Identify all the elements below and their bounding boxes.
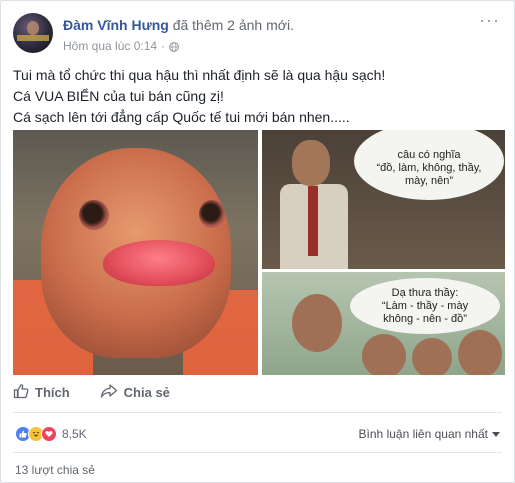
photo-students[interactable]: Dạ thưa thầy: “Làm - thầy - mày không - … [262, 272, 505, 375]
post-text-line: Cá sạch lên tới đẳng cấp Quốc tế tui mới… [13, 109, 350, 125]
post-meta: Hôm qua lúc 0:14 · [63, 39, 179, 53]
comment-sort-dropdown[interactable]: Bình luận liên quan nhất [359, 427, 500, 441]
bubble-line: không - nên - đồ” [383, 312, 467, 325]
share-arrow-icon [100, 383, 118, 402]
share-button[interactable]: Chia sẻ [100, 383, 170, 402]
author-name[interactable]: Đàm Vĩnh Hưng [63, 17, 169, 33]
photo-teacher[interactable]: câu có nghĩa “đồ, làm, không, thầy, mày,… [262, 130, 505, 269]
divider [13, 452, 502, 453]
share-count[interactable]: 13 lượt chia sẻ [15, 463, 95, 477]
reactions-summary[interactable]: 8,5K [15, 426, 87, 442]
more-options-button[interactable]: ··· [479, 11, 500, 29]
fish-eye [199, 200, 225, 228]
bubble-line: “Làm - thầy - mày [381, 299, 469, 312]
fish-eye [79, 200, 109, 230]
post-text-line: Cá VUA BIỂN của tui bán cũng zị! [13, 88, 224, 104]
student-head [458, 330, 502, 375]
teacher-head [292, 140, 330, 186]
post-timestamp[interactable]: Hôm qua lúc 0:14 [63, 39, 157, 53]
student-head [292, 294, 342, 352]
speech-bubble-students: Dạ thưa thầy: “Làm - thầy - mày không - … [350, 278, 500, 334]
avatar-band [17, 35, 49, 41]
author-avatar[interactable] [13, 13, 53, 53]
share-label: Chia sẻ [123, 385, 170, 400]
bubble-line: “đồ, làm, không, thầy, [376, 161, 482, 174]
bubble-line: câu có nghĩa [397, 148, 461, 161]
student-head [362, 334, 406, 375]
student-head [412, 338, 452, 375]
meta-separator: · [161, 39, 166, 53]
post-header: Đàm Vĩnh Hưng đã thêm 2 ảnh mới. [63, 17, 294, 33]
post-action-text: đã thêm 2 ảnh mới. [172, 17, 294, 33]
photo-fish[interactable] [13, 130, 258, 375]
avatar-face [27, 21, 39, 35]
bubble-line: mày, nên” [404, 174, 454, 187]
like-button[interactable]: Thích [13, 383, 70, 402]
fish-lips [103, 240, 215, 286]
teacher-tie [308, 186, 318, 256]
divider [13, 412, 502, 413]
thumbs-up-icon [13, 383, 29, 402]
caret-down-icon [492, 427, 500, 441]
post-actions: Thích Chia sẻ [13, 383, 170, 402]
comment-sort-label: Bình luận liên quan nhất [358, 427, 488, 441]
post-text-line: Tui mà tổ chức thi qua hậu thì nhất định… [13, 67, 386, 83]
love-icon [41, 426, 57, 442]
bubble-line: Dạ thưa thầy: [391, 286, 459, 299]
like-label: Thích [35, 385, 70, 400]
post-card: Đàm Vĩnh Hưng đã thêm 2 ảnh mới. Hôm qua… [0, 0, 515, 483]
speech-bubble-teacher: câu có nghĩa “đồ, làm, không, thầy, mày,… [354, 130, 504, 200]
post-text: Tui mà tổ chức thi qua hậu thì nhất định… [13, 65, 503, 128]
reaction-count: 8,5K [62, 427, 87, 441]
teacher-figure [280, 140, 350, 269]
globe-icon[interactable] [169, 41, 179, 52]
